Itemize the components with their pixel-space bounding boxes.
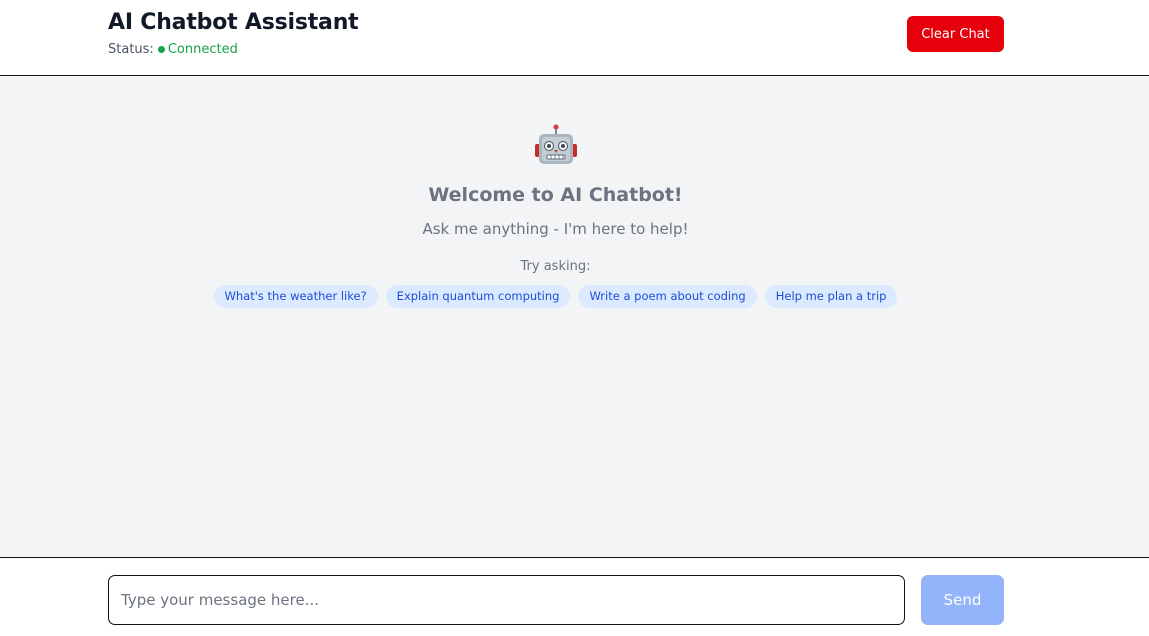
- status-dot-icon: [157, 45, 165, 53]
- chat-messages-area[interactable]: Welcome to AI Chatbot! Ask me anything -…: [0, 76, 1149, 558]
- status-label: Status:: [108, 42, 154, 57]
- message-composer: Send: [0, 558, 1149, 636]
- welcome-subtitle: Ask me anything - I'm here to help!: [422, 220, 689, 238]
- connection-status: Status: Connected: [108, 42, 238, 57]
- app-header: AI Chatbot Assistant Status: Connected Cl…: [0, 0, 1149, 76]
- send-button[interactable]: Send: [921, 575, 1004, 625]
- suggestion-chip-trip[interactable]: Help me plan a trip: [764, 285, 898, 308]
- message-input[interactable]: [108, 575, 905, 625]
- welcome-title: Welcome to AI Chatbot!: [428, 184, 683, 206]
- page-title: AI Chatbot Assistant: [108, 10, 359, 35]
- robot-icon: [535, 124, 577, 164]
- status-value: Connected: [167, 42, 238, 57]
- chat-app: AI Chatbot Assistant Status: Connected Cl…: [0, 0, 1149, 636]
- suggestion-chips: What's the weather like? Explain quantum…: [0, 285, 1111, 308]
- clear-chat-button[interactable]: Clear Chat: [907, 16, 1004, 52]
- suggestion-chip-weather[interactable]: What's the weather like?: [213, 285, 378, 308]
- suggestion-chip-poem[interactable]: Write a poem about coding: [578, 285, 757, 308]
- try-asking-label: Try asking:: [520, 259, 591, 274]
- suggestion-chip-quantum[interactable]: Explain quantum computing: [385, 285, 571, 308]
